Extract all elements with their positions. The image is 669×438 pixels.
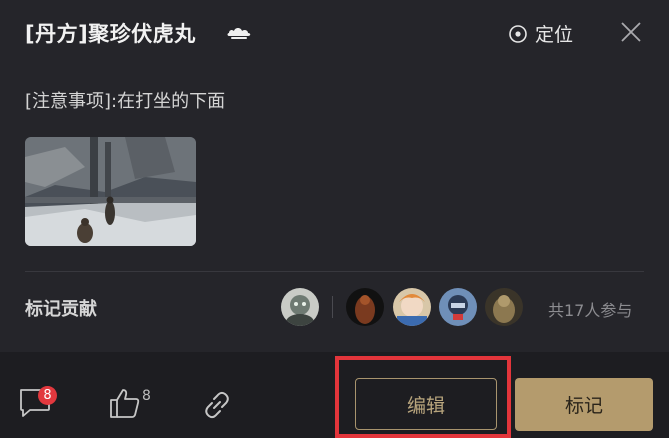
avatar[interactable] <box>346 288 384 326</box>
close-icon[interactable] <box>619 20 643 44</box>
screenshot-thumbnail[interactable] <box>25 137 196 246</box>
marker-detail-panel: [丹方]聚珍伏虎丸 定位 [注意事项]:在打坐的下面 标记贡献 共17人参与 8… <box>0 0 669 438</box>
locate-button[interactable]: 定位 <box>508 20 573 47</box>
thumbs-up-icon[interactable] <box>108 387 142 419</box>
note-text: [注意事项]:在打坐的下面 <box>25 91 226 112</box>
locate-label: 定位 <box>535 24 574 46</box>
like-count: 8 <box>142 388 151 404</box>
target-icon <box>509 24 527 43</box>
edit-button[interactable]: 编辑 <box>355 378 497 430</box>
avatar[interactable] <box>281 288 319 326</box>
avatar[interactable] <box>393 288 431 326</box>
cloud-icon <box>227 28 251 39</box>
link-icon[interactable] <box>200 388 234 422</box>
comment-count-badge: 8 <box>38 386 57 405</box>
divider <box>25 271 644 272</box>
avatar[interactable] <box>485 288 523 326</box>
contributors-label: 标记贡献 <box>25 299 97 320</box>
avatar[interactable] <box>439 288 477 326</box>
participants-count: 共17人参与 <box>548 301 633 320</box>
mark-button[interactable]: 标记 <box>515 378 653 431</box>
avatar-separator <box>332 296 333 318</box>
page-title: [丹方]聚珍伏虎丸 <box>25 22 196 46</box>
